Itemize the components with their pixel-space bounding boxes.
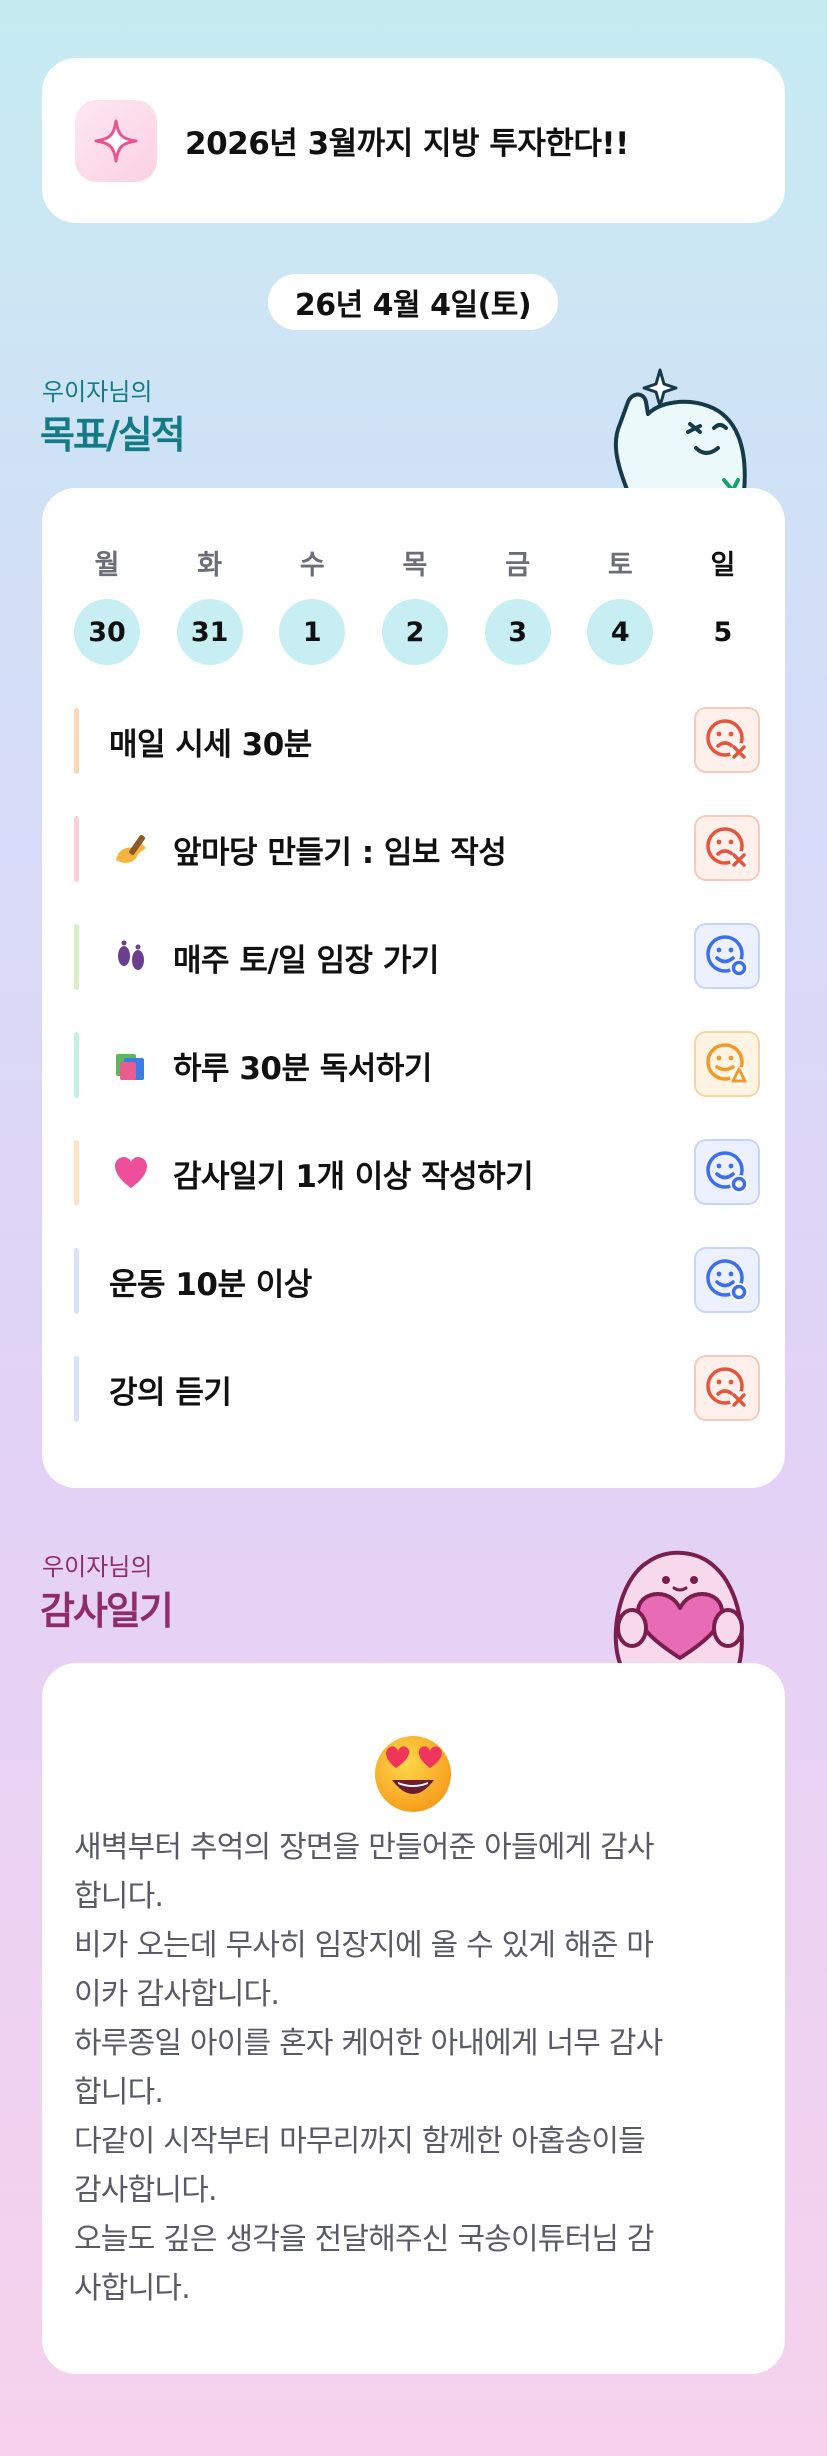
goal-label: 매주 토/일 임장 가기	[173, 942, 439, 979]
weekday-date: 3	[484, 599, 551, 665]
gratitude-card: 새벽부터 추억의 장면을 만들어준 아들에게 감사 합니다. 비가 오는데 무사…	[42, 1663, 785, 2374]
weekday-name: 목	[402, 550, 428, 581]
gratitude-line: 사합니다.	[74, 2271, 191, 2306]
weekday-sat[interactable]: 토 4	[587, 543, 654, 665]
gratitude-line: 하루종일 아이를 혼자 케어한 아내에게 너무 감사	[74, 2026, 663, 2061]
books-icon	[111, 1045, 151, 1085]
weekday-tue[interactable]: 화 31	[176, 543, 243, 665]
weekday-mon[interactable]: 월 30	[74, 543, 140, 665]
goal-row[interactable]: 매일 시세 30분	[74, 707, 760, 775]
goal-label: 운동 10분 이상	[109, 1266, 312, 1303]
week-strip: 월 30 화 31 수 1 목 2 금 3 토 4 일 5	[74, 543, 756, 665]
goal-label: 앞마당 만들기 : 임보 작성	[173, 834, 507, 871]
gratitude-line: 감사합니다.	[74, 2173, 218, 2208]
date-pill[interactable]: 26년 4월 4일(토)	[268, 274, 558, 330]
weekday-name: 일	[710, 550, 736, 581]
sparkle-icon	[75, 99, 157, 182]
weekday-date: 2	[381, 599, 448, 665]
weekday-wed[interactable]: 수 1	[279, 543, 346, 665]
gratitude-line: 다같이 시작부터 마무리까지 함께한 아홉송이들	[74, 2124, 646, 2159]
goal-row[interactable]: 앞마당 만들기 : 임보 작성	[74, 815, 760, 883]
goals-card: 월 30 화 31 수 1 목 2 금 3 토 4 일 5 매일 시세 30분 …	[42, 488, 785, 1488]
status-fail-icon[interactable]	[694, 1355, 760, 1421]
weekday-name: 화	[197, 550, 223, 581]
goal-color-bar	[74, 1248, 79, 1314]
goal-color-bar	[74, 708, 79, 774]
gratitude-line: 합니다.	[74, 2075, 164, 2110]
pink-heart-icon	[111, 1153, 151, 1193]
gratitude-line: 새벽부터 추억의 장면을 만들어준 아들에게 감사	[74, 1830, 654, 1865]
footprints-icon	[111, 937, 151, 977]
weekday-name: 월	[94, 550, 120, 581]
heart-eyes-icon	[375, 1736, 451, 1812]
weekday-date: 4	[587, 599, 654, 665]
goal-color-bar	[74, 816, 79, 882]
status-ok-icon[interactable]	[694, 923, 760, 989]
weekday-name: 수	[299, 550, 325, 581]
status-warning-icon[interactable]	[694, 1031, 760, 1097]
gratitude-line: 오늘도 깊은 생각을 전달해주신 국송이튜터님 감	[74, 2222, 654, 2257]
gratitude-line: 이카 감사합니다.	[74, 1977, 280, 2012]
gratitude-section-subtitle: 우이자님의	[42, 1553, 153, 1581]
weekday-name: 금	[505, 550, 531, 581]
goal-color-bar	[74, 1032, 79, 1098]
weekday-date: 5	[713, 616, 733, 648]
gratitude-line: 비가 오는데 무사히 임장지에 올 수 있게 해준 마	[74, 1928, 654, 1963]
goal-row[interactable]: 하루 30분 독서하기	[74, 1031, 760, 1099]
weekday-date: 1	[279, 599, 346, 665]
gratitude-text: 새벽부터 추억의 장면을 만들어준 아들에게 감사 합니다. 비가 오는데 무사…	[74, 1823, 760, 2313]
goal-color-bar	[74, 1356, 79, 1422]
goal-label: 하루 30분 독서하기	[173, 1050, 432, 1087]
goal-label: 매일 시세 30분	[109, 726, 312, 763]
goal-label: 감사일기 1개 이상 작성하기	[173, 1158, 534, 1195]
goals-section-title: 목표/실적	[40, 413, 186, 457]
status-ok-icon[interactable]	[694, 1247, 760, 1313]
status-fail-icon[interactable]	[694, 815, 760, 881]
goal-label: 강의 듣기	[109, 1374, 232, 1411]
weekday-fri[interactable]: 금 3	[484, 543, 551, 665]
goals-section-subtitle: 우이자님의	[42, 378, 153, 406]
gratitude-line: 합니다.	[74, 1879, 164, 1914]
goal-color-bar	[74, 1140, 79, 1206]
mascot-waving-icon	[613, 368, 747, 492]
goal-row[interactable]: 강의 듣기	[74, 1355, 760, 1423]
weekday-date: 31	[176, 599, 243, 665]
weekday-thu[interactable]: 목 2	[381, 543, 448, 665]
goal-row[interactable]: 매주 토/일 임장 가기	[74, 923, 760, 991]
weekday-sun[interactable]: 일 5	[690, 543, 756, 665]
goal-color-bar	[74, 924, 79, 990]
weekday-name: 토	[607, 550, 633, 581]
goal-text: 2026년 3월까지 지방 투자한다!!	[185, 126, 629, 162]
goal-row[interactable]: 운동 10분 이상	[74, 1247, 760, 1315]
weekday-date: 30	[74, 599, 140, 665]
goal-row[interactable]: 감사일기 1개 이상 작성하기	[74, 1139, 760, 1207]
gratitude-section-title: 감사일기	[40, 1589, 174, 1633]
writing-hand-icon	[111, 829, 151, 869]
mascot-heart-icon	[613, 1550, 744, 1668]
status-fail-icon[interactable]	[694, 707, 760, 773]
status-ok-icon[interactable]	[694, 1139, 760, 1205]
goal-banner[interactable]: 2026년 3월까지 지방 투자한다!!	[42, 58, 785, 223]
